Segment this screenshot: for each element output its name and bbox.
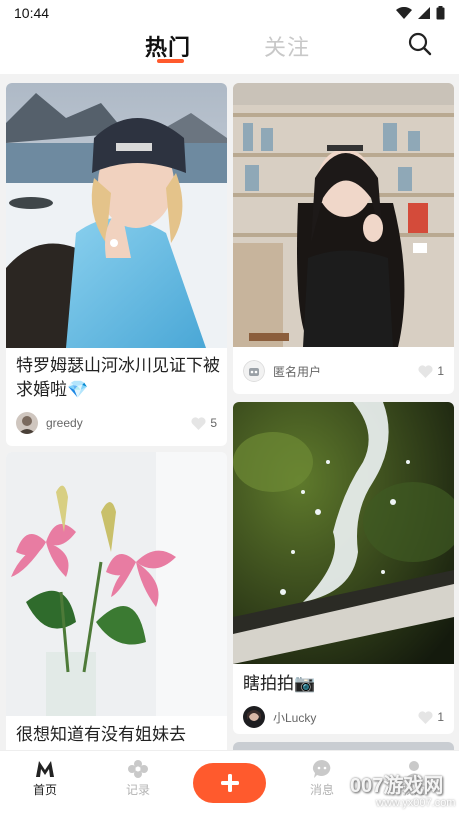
post-card[interactable]: 匿名用户 1 <box>233 83 454 394</box>
message-bubble-icon <box>313 760 331 778</box>
nav-record[interactable]: 记录 <box>108 759 168 798</box>
nav-home[interactable]: 首页 <box>15 759 75 798</box>
status-time: 10:44 <box>14 5 50 21</box>
like-button[interactable]: 1 <box>418 364 444 378</box>
search-icon[interactable] <box>406 30 434 58</box>
user-avatar[interactable] <box>16 412 38 434</box>
status-icons <box>396 6 445 20</box>
post-image <box>233 742 454 750</box>
post-meta: 匿名用户 1 <box>243 359 444 383</box>
post-meta: greedy 5 <box>16 411 217 435</box>
bottom-nav: 首页 记录 消息 我的 007游戏网 www.yx007.com <box>0 750 459 816</box>
author-name[interactable]: 小Lucky <box>273 709 316 726</box>
heart-icon <box>418 364 433 378</box>
like-button[interactable]: 5 <box>191 416 217 430</box>
user-avatar[interactable] <box>243 706 265 728</box>
like-count: 5 <box>210 416 217 430</box>
flower-icon <box>128 760 148 778</box>
like-button[interactable]: 1 <box>418 710 444 724</box>
post-image-lilies <box>6 452 227 716</box>
signal-icon <box>418 7 430 19</box>
post-title: 特罗姆瑟山河冰川见证下被求婚啦💎 <box>16 356 220 399</box>
author-name[interactable]: greedy <box>46 416 83 430</box>
nav-messages[interactable]: 消息 <box>292 759 352 798</box>
tab-hot[interactable]: 热门 <box>145 30 191 62</box>
home-m-icon <box>36 761 54 777</box>
heart-icon <box>191 416 206 430</box>
post-image-water-splash <box>233 402 454 664</box>
tab-follow[interactable]: 关注 <box>264 30 310 62</box>
author-name[interactable]: 匿名用户 <box>273 363 321 380</box>
post-title: 很想知道有没有姐妹去 <box>16 725 186 744</box>
plus-icon <box>220 774 239 792</box>
post-title: 瞎拍拍📷 <box>243 674 316 693</box>
nav-home-label: 首页 <box>32 783 57 797</box>
watermark-brand: 007游戏网 <box>350 775 444 797</box>
post-card[interactable] <box>233 742 454 750</box>
post-image-shop-portrait <box>233 83 454 347</box>
battery-icon <box>436 6 445 20</box>
nav-messages-label: 消息 <box>309 783 334 797</box>
feed: 特罗姆瑟山河冰川见证下被求婚啦💎 greedy 5 匿名用户 1 瞎拍拍📷 小L… <box>0 74 459 750</box>
heart-icon <box>418 710 433 724</box>
post-image-glacier-portrait <box>6 83 227 348</box>
active-tab-indicator <box>157 59 184 63</box>
wifi-icon <box>396 7 412 19</box>
like-count: 1 <box>437 710 444 724</box>
post-meta: 小Lucky 1 <box>243 705 444 729</box>
like-count: 1 <box>437 364 444 378</box>
post-card[interactable]: 特罗姆瑟山河冰川见证下被求婚啦💎 greedy 5 <box>6 83 227 446</box>
status-bar: 10:44 <box>0 0 459 26</box>
user-avatar[interactable] <box>243 360 265 382</box>
post-card[interactable]: 很想知道有没有姐妹去 <box>6 452 227 750</box>
top-nav: 热门 关注 <box>0 26 459 74</box>
nav-record-label: 记录 <box>125 783 150 797</box>
post-card[interactable]: 瞎拍拍📷 小Lucky 1 <box>233 402 454 734</box>
add-post-button[interactable] <box>193 763 266 803</box>
watermark-url: www.yx007.com <box>376 797 456 809</box>
